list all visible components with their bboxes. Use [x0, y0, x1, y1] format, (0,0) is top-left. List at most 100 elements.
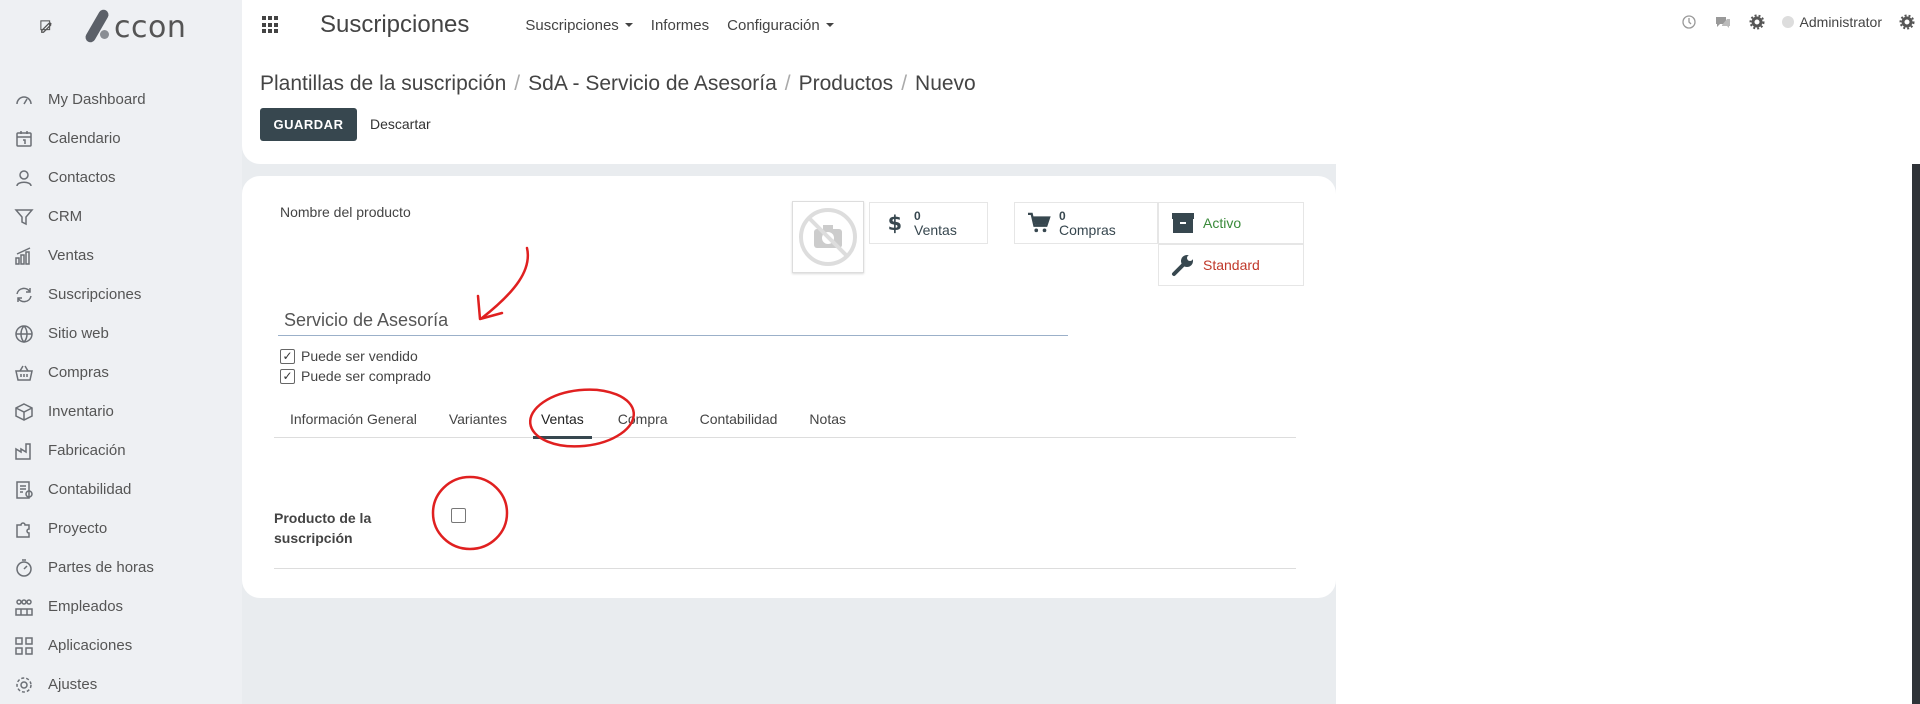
archive-icon	[1169, 211, 1197, 235]
sidebar-item-label: Suscripciones	[48, 286, 142, 303]
tab-sales[interactable]: Ventas	[523, 400, 602, 439]
sidebar-item-crm[interactable]: CRM	[0, 197, 242, 236]
sidebar-item-label: CRM	[48, 208, 83, 225]
user-menu[interactable]: Administrator	[1781, 14, 1882, 30]
logo[interactable]: ccon	[83, 7, 187, 46]
calendar-icon	[14, 129, 34, 149]
subscription-product-checkbox[interactable]	[451, 508, 466, 523]
sidebar-item-project[interactable]: Proyecto	[0, 509, 242, 548]
clock-icon[interactable]	[1680, 13, 1698, 31]
sidebar-item-label: Compras	[48, 364, 109, 381]
discard-button[interactable]: Descartar	[370, 116, 431, 132]
sales-chart-icon	[14, 246, 34, 266]
can-be-sold-checkbox[interactable]: ✓	[280, 348, 295, 364]
tab-notes[interactable]: Notas	[793, 400, 862, 438]
tab-accounting[interactable]: Contabilidad	[684, 400, 794, 438]
breadcrumb-separator: /	[901, 72, 908, 95]
sidebar-item-label: Contactos	[48, 169, 116, 186]
standard-button[interactable]: Standard	[1158, 244, 1304, 286]
menu-label: Suscripciones	[525, 16, 619, 34]
divider	[274, 568, 1296, 569]
sidebar-item-inventory[interactable]: Inventario	[0, 392, 242, 431]
sidebar-item-subscriptions[interactable]: Suscripciones	[0, 275, 242, 314]
sidebar-item-dashboard[interactable]: My Dashboard	[0, 80, 242, 119]
menu-reports[interactable]: Informes	[651, 17, 709, 34]
sidebar-item-contacts[interactable]: Contactos	[0, 158, 242, 197]
svg-text:$: $	[888, 211, 902, 235]
sidebar-item-manufacturing[interactable]: Fabricación	[0, 431, 242, 470]
sidebar-item-apps[interactable]: Aplicaciones	[0, 626, 242, 665]
box-icon	[14, 402, 34, 422]
sidebar-item-settings[interactable]: Ajustes	[0, 665, 242, 704]
no-camera-icon	[799, 208, 857, 266]
sidebar-item-label: Ventas	[48, 247, 94, 264]
purchases-label: Compras	[1059, 221, 1116, 238]
sidebar-item-sales[interactable]: Ventas	[0, 236, 242, 275]
sidebar-nav: My Dashboard Calendario Contactos CRM Ve…	[0, 80, 242, 704]
gear-icon[interactable]	[1748, 13, 1766, 31]
menu-subscriptions[interactable]: Suscripciones	[525, 16, 633, 34]
can-be-sold-row[interactable]: ✓ Puede ser vendido	[280, 348, 418, 364]
sales-stat-button[interactable]: $ 0 Ventas	[869, 202, 988, 244]
tab-general-info[interactable]: Información General	[274, 400, 433, 438]
breadcrumb: Plantillas de la suscripción / SdA - Ser…	[260, 72, 976, 96]
active-toggle-button[interactable]: Activo	[1158, 202, 1304, 244]
edit-icon[interactable]	[40, 20, 54, 34]
can-be-sold-label: Puede ser vendido	[301, 348, 418, 364]
sidebar-item-label: Sitio web	[48, 325, 109, 342]
breadcrumb-item[interactable]: Plantillas de la suscripción	[260, 72, 506, 96]
filter-icon	[14, 207, 34, 227]
sidebar-item-label: Contabilidad	[48, 481, 132, 498]
breadcrumb-item[interactable]: Productos	[799, 72, 894, 96]
invoice-icon	[14, 480, 34, 500]
tab-purchase[interactable]: Compra	[602, 400, 684, 438]
notebook-tabs: Información General Variantes Ventas Com…	[274, 400, 1296, 439]
globe-icon	[14, 324, 34, 344]
apps-grid-icon	[14, 636, 34, 656]
menu-configuration[interactable]: Configuración	[727, 17, 834, 34]
sidebar: ccon My Dashboard Calendario Contactos C…	[0, 0, 242, 704]
caret-down-icon	[825, 23, 834, 27]
sidebar-item-label: Proyecto	[48, 520, 108, 537]
settings-icon[interactable]	[1898, 13, 1916, 31]
logo-mark-icon	[83, 7, 111, 46]
tab-variants[interactable]: Variantes	[433, 400, 523, 438]
chat-icon[interactable]	[1714, 13, 1732, 31]
product-image[interactable]	[792, 201, 864, 273]
user-name: Administrator	[1799, 14, 1882, 30]
sidebar-item-website[interactable]: Sitio web	[0, 314, 242, 353]
purchases-count: 0	[1059, 208, 1066, 223]
sidebar-item-timesheets[interactable]: Partes de horas	[0, 548, 242, 587]
sidebar-item-accounting[interactable]: Contabilidad	[0, 470, 242, 509]
employees-icon	[14, 597, 34, 617]
purchases-stat-button[interactable]: 0 Compras	[1014, 202, 1158, 244]
sidebar-item-calendar[interactable]: Calendario	[0, 119, 242, 158]
product-name-input[interactable]	[278, 306, 1068, 336]
refresh-icon	[14, 285, 34, 305]
breadcrumb-current: Nuevo	[915, 72, 976, 95]
breadcrumb-separator: /	[514, 72, 521, 95]
dashboard-icon	[14, 90, 34, 110]
product-name-label: Nombre del producto	[280, 204, 411, 220]
can-be-purchased-checkbox[interactable]: ✓	[280, 368, 295, 384]
logo-text: ccon	[114, 9, 187, 45]
dollar-icon: $	[880, 210, 908, 236]
systray: Administrator	[1664, 0, 1920, 44]
puzzle-icon	[14, 519, 34, 539]
sales-count: 0	[914, 208, 921, 223]
apps-menu-icon[interactable]	[262, 16, 280, 34]
wrench-icon	[1169, 253, 1197, 277]
sidebar-item-label: Aplicaciones	[48, 637, 133, 654]
control-panel: Plantillas de la suscripción / SdA - Ser…	[242, 50, 1920, 164]
standard-label: Standard	[1203, 256, 1260, 273]
stopwatch-icon	[14, 558, 34, 578]
can-be-purchased-row[interactable]: ✓ Puede ser comprado	[280, 368, 431, 384]
sidebar-item-label: Calendario	[48, 130, 121, 147]
sidebar-item-employees[interactable]: Empleados	[0, 587, 242, 626]
sidebar-item-purchases[interactable]: Compras	[0, 353, 242, 392]
factory-icon	[14, 441, 34, 461]
breadcrumb-item[interactable]: SdA - Servicio de Asesoría	[528, 72, 777, 96]
scrollbar[interactable]	[1912, 164, 1920, 704]
save-button[interactable]: GUARDAR	[260, 108, 357, 141]
can-be-purchased-label: Puede ser comprado	[301, 368, 431, 384]
